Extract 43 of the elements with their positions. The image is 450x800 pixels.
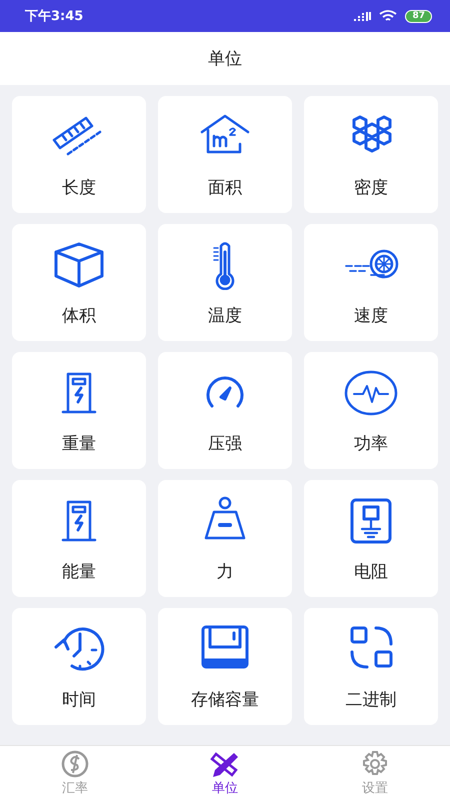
signal-icon	[353, 11, 372, 21]
unit-card[interactable]: 重量	[12, 352, 146, 469]
status-time: 下午3:45	[25, 8, 84, 25]
page-title: 单位	[208, 48, 242, 70]
pulse-icon	[342, 368, 400, 418]
unit-label: 功率	[354, 433, 388, 455]
nav-tab[interactable]: 单位	[150, 746, 300, 800]
unit-label: 重量	[62, 433, 96, 455]
unit-label: 温度	[208, 305, 242, 327]
unit-card[interactable]: 力	[158, 480, 292, 597]
unit-label: 密度	[354, 177, 388, 199]
battery-level: 87	[405, 10, 432, 22]
unit-label: 二进制	[346, 689, 396, 711]
tab-label: 汇率	[62, 780, 88, 796]
unit-label: 面积	[208, 177, 242, 199]
unit-card[interactable]: 能量	[12, 480, 146, 597]
unit-label: 能量	[62, 561, 96, 583]
unit-card[interactable]: 电阻	[304, 480, 438, 597]
unit-label: 压强	[208, 433, 242, 455]
unit-label: 速度	[354, 305, 388, 327]
unit-label: 体积	[62, 305, 96, 327]
unit-label: 时间	[62, 689, 96, 711]
settings-icon	[360, 750, 390, 778]
unit-card[interactable]: 速度	[304, 224, 438, 341]
unit-card[interactable]: 面积	[158, 96, 292, 213]
unit-card[interactable]: 温度	[158, 224, 292, 341]
tab-label: 设置	[362, 780, 388, 796]
unit-label: 长度	[62, 177, 96, 199]
unit-card[interactable]: 压强	[158, 352, 292, 469]
unit-card[interactable]: 功率	[304, 352, 438, 469]
pencil-ruler-icon	[210, 750, 240, 778]
unit-label: 力	[216, 561, 234, 583]
unit-label: 电阻	[354, 561, 388, 583]
currency-icon	[60, 750, 90, 778]
tab-label: 单位	[212, 780, 238, 796]
unit-label: 存储容量	[191, 689, 259, 711]
unit-card[interactable]: 体积	[12, 224, 146, 341]
wifi-icon	[379, 10, 398, 22]
unit-card[interactable]: 密度	[304, 96, 438, 213]
unit-card[interactable]: 存储容量	[158, 608, 292, 725]
unit-card[interactable]: 长度	[12, 96, 146, 213]
unit-card[interactable]: 时间	[12, 608, 146, 725]
unit-card[interactable]: 二进制	[304, 608, 438, 725]
